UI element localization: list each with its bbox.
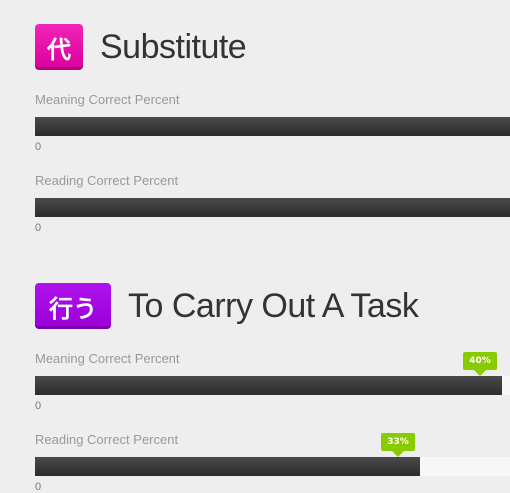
stat-label: Meaning Correct Percent — [35, 92, 180, 107]
item-title: Substitute — [100, 27, 247, 66]
axis-zero-label: 0 — [35, 141, 42, 153]
item-header: 行う To Carry Out A Task — [35, 283, 419, 329]
axis-zero-label: 0 — [35, 222, 42, 234]
stat-label: Meaning Correct Percent — [35, 351, 180, 366]
percent-tag: 33% — [381, 433, 415, 457]
progress-bar — [35, 376, 510, 395]
item-header: 代 Substitute — [35, 24, 247, 70]
progress-fill — [35, 457, 420, 476]
progress-bar — [35, 117, 510, 136]
progress-bar — [35, 457, 510, 476]
stat-label: Reading Correct Percent — [35, 432, 179, 447]
item-title: To Carry Out A Task — [128, 286, 419, 325]
percent-tag: 40% — [463, 352, 497, 376]
stat-label: Reading Correct Percent — [35, 173, 179, 188]
progress-fill — [35, 376, 502, 395]
vocabulary-badge[interactable]: 行う — [35, 283, 111, 329]
progress-fill — [35, 198, 510, 217]
progress-bar — [35, 198, 510, 217]
kanji-badge[interactable]: 代 — [35, 24, 83, 70]
axis-zero-label: 0 — [35, 481, 42, 493]
progress-fill — [35, 117, 510, 136]
axis-zero-label: 0 — [35, 400, 42, 412]
